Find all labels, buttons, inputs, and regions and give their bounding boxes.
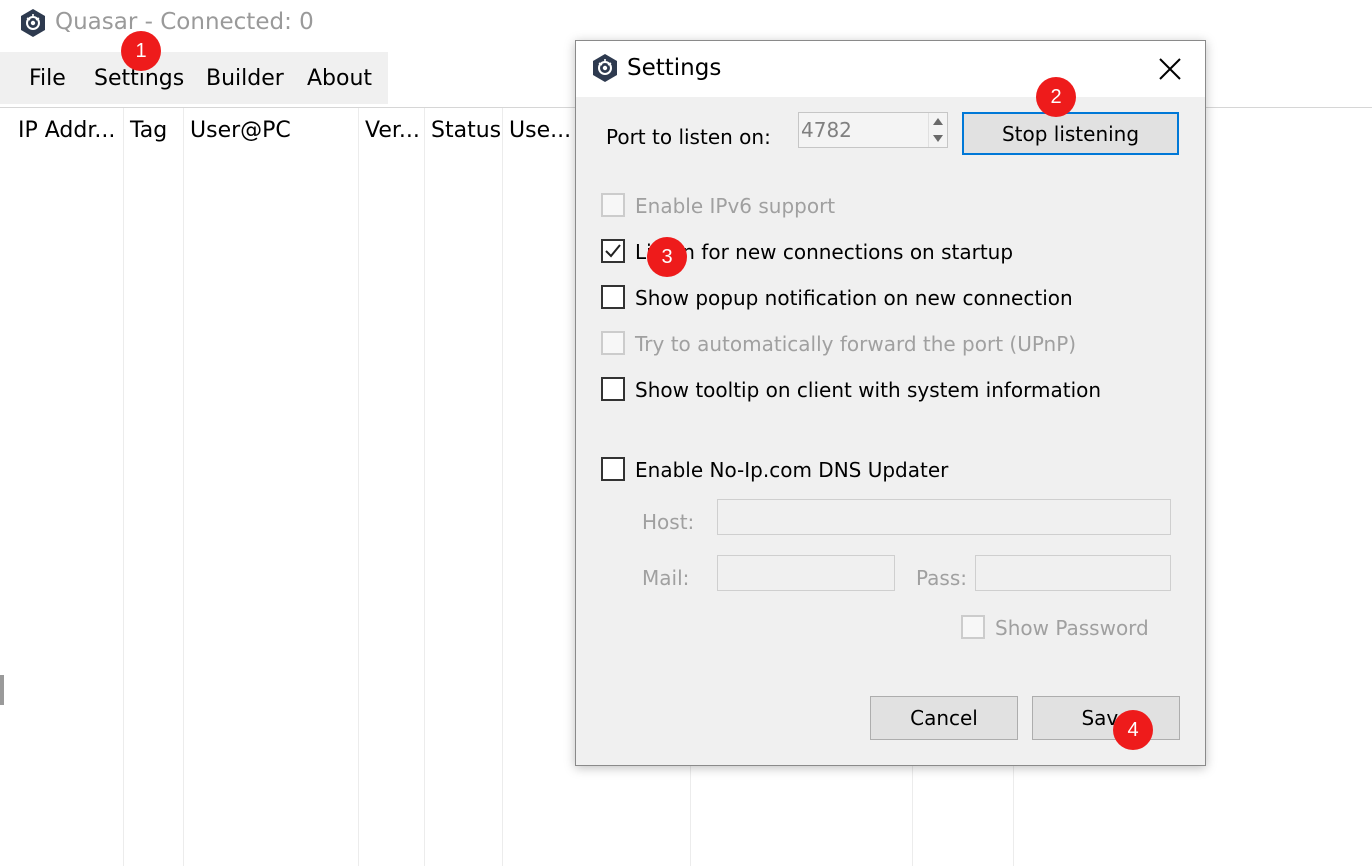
- chevron-down-icon[interactable]: [929, 130, 947, 147]
- upnp-label: Try to automatically forward the port (U…: [635, 332, 1077, 356]
- pass-input[interactable]: [975, 555, 1171, 591]
- column-divider: [183, 108, 184, 866]
- popup-notification-checkbox[interactable]: [601, 285, 625, 309]
- show-password-checkbox[interactable]: [961, 615, 985, 639]
- port-value[interactable]: 4782: [801, 118, 852, 142]
- column-divider: [424, 108, 425, 866]
- menu-about[interactable]: About: [307, 66, 372, 91]
- host-label: Host:: [642, 510, 695, 534]
- step-marker-1: 1: [121, 31, 161, 71]
- listen-on-startup-label: Listen for new connections on startup: [635, 240, 1014, 264]
- port-label: Port to listen on:: [606, 125, 771, 149]
- popup-notification-label: Show popup notification on new connectio…: [635, 286, 1073, 310]
- save-button[interactable]: Save: [1032, 696, 1180, 740]
- close-icon[interactable]: [1152, 53, 1188, 85]
- ipv6-label: Enable IPv6 support: [635, 194, 836, 218]
- settings-dialog: Settings Port to listen on: 4782 Stop li…: [575, 40, 1206, 766]
- dialog-title: Settings: [627, 55, 722, 81]
- column-header-ip[interactable]: IP Addr...: [18, 118, 115, 143]
- show-password-label: Show Password: [995, 616, 1149, 640]
- column-divider: [358, 108, 359, 866]
- stop-listening-button[interactable]: Stop listening: [962, 112, 1179, 155]
- column-header-user-status[interactable]: Use...: [509, 118, 571, 143]
- menu-builder[interactable]: Builder: [206, 66, 284, 91]
- quasar-logo-icon: [590, 53, 620, 83]
- step-marker-2: 2: [1036, 77, 1076, 117]
- step-marker-4: 4: [1113, 710, 1153, 750]
- cancel-button[interactable]: Cancel: [870, 696, 1018, 740]
- upnp-checkbox[interactable]: [601, 331, 625, 355]
- menu-file[interactable]: File: [29, 66, 66, 91]
- pass-label: Pass:: [916, 566, 967, 590]
- checkmark-icon: [605, 244, 621, 258]
- dialog-titlebar: Settings: [576, 41, 1205, 97]
- host-input[interactable]: [717, 499, 1171, 535]
- mail-input[interactable]: [717, 555, 895, 591]
- column-header-tag[interactable]: Tag: [130, 118, 167, 143]
- chevron-up-icon[interactable]: [929, 113, 947, 130]
- column-header-version[interactable]: Ver...: [365, 118, 420, 143]
- port-stepper[interactable]: 4782: [798, 112, 948, 148]
- column-divider: [123, 108, 124, 866]
- step-marker-3: 3: [647, 237, 687, 277]
- window-title: Quasar - Connected: 0: [55, 9, 314, 35]
- tooltip-label: Show tooltip on client with system infor…: [635, 378, 1102, 402]
- noip-checkbox[interactable]: [601, 457, 625, 481]
- listen-on-startup-checkbox[interactable]: [601, 239, 625, 263]
- menubar: File Settings Builder About: [0, 52, 388, 104]
- mail-label: Mail:: [642, 566, 690, 590]
- stepper-buttons: [928, 113, 947, 147]
- column-divider: [502, 108, 503, 866]
- noip-label: Enable No-Ip.com DNS Updater: [635, 458, 949, 482]
- quasar-logo-icon: [18, 8, 48, 38]
- column-header-user[interactable]: User@PC: [190, 118, 291, 143]
- ipv6-checkbox[interactable]: [601, 193, 625, 217]
- tooltip-checkbox[interactable]: [601, 377, 625, 401]
- column-header-status[interactable]: Status: [431, 118, 501, 143]
